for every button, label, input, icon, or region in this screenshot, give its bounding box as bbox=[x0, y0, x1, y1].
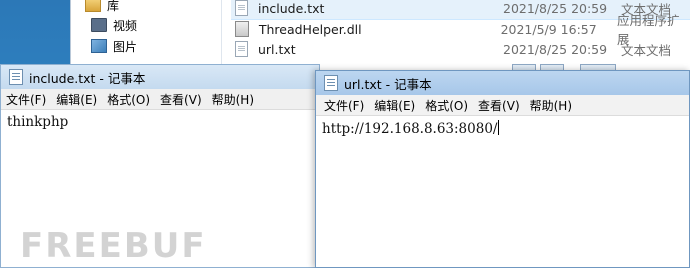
nav-item-videos[interactable]: 视频 bbox=[91, 16, 137, 34]
navigation-pane: 库 视频 图片 bbox=[71, 0, 222, 70]
file-name: ThreadHelper.dll bbox=[258, 21, 362, 37]
window-titlebar[interactable]: url.txt - 记事本 bbox=[316, 71, 689, 95]
window-title: url.txt - 记事本 bbox=[344, 76, 432, 92]
notepad-icon bbox=[324, 75, 338, 91]
file-date: 2021/8/25 20:59 bbox=[503, 41, 608, 57]
menu-view[interactable]: 查看(V) bbox=[473, 97, 525, 114]
picture-icon bbox=[91, 39, 107, 53]
window-titlebar[interactable]: include.txt - 记事本 bbox=[1, 65, 319, 89]
dll-file-icon bbox=[235, 21, 249, 37]
window-title: include.txt - 记事本 bbox=[29, 70, 146, 86]
file-list: include.txt 2021/8/25 20:59 文本文档 ThreadH… bbox=[231, 0, 690, 70]
menu-help[interactable]: 帮助(H) bbox=[207, 91, 259, 108]
file-explorer-window: 库 视频 图片 include.txt 2021/8/25 20:59 文本文档… bbox=[70, 0, 690, 70]
file-date: 2021/5/9 16:57 bbox=[500, 21, 597, 37]
menu-edit[interactable]: 编辑(E) bbox=[51, 91, 102, 108]
text-caret bbox=[498, 120, 500, 135]
notepad-window-url: url.txt - 记事本 文件(F) 编辑(E) 格式(O) 查看(V) 帮助… bbox=[315, 70, 690, 268]
editor-content: thinkphp bbox=[7, 114, 69, 130]
menu-edit[interactable]: 编辑(E) bbox=[369, 97, 420, 114]
file-name: include.txt bbox=[258, 0, 325, 16]
file-row-url-txt[interactable]: url.txt 2021/8/25 20:59 文本文档 bbox=[231, 38, 690, 60]
editor-content: http://192.168.8.63:8080/ bbox=[322, 121, 498, 137]
menu-file[interactable]: 文件(F) bbox=[1, 91, 51, 108]
file-date: 2021/8/25 20:59 bbox=[503, 0, 608, 16]
nav-item-pictures[interactable]: 图片 bbox=[91, 37, 137, 55]
menu-bar: 文件(F) 编辑(E) 格式(O) 查看(V) 帮助(H) bbox=[316, 95, 689, 116]
text-file-icon bbox=[235, 41, 248, 57]
text-editor-area[interactable]: http://192.168.8.63:8080/ bbox=[316, 116, 689, 267]
menu-file[interactable]: 文件(F) bbox=[316, 97, 369, 114]
nav-item-label: 图片 bbox=[113, 39, 138, 54]
file-row-threadhelper-dll[interactable]: ThreadHelper.dll 2021/5/9 16:57 应用程序扩展 bbox=[231, 13, 690, 47]
file-type: 文本文档 bbox=[621, 42, 672, 58]
menu-format[interactable]: 格式(O) bbox=[420, 97, 473, 114]
nav-item-label: 库 bbox=[107, 0, 120, 13]
watermark: FREEBUF bbox=[20, 226, 207, 266]
nav-item-label: 视频 bbox=[113, 18, 138, 33]
library-icon bbox=[85, 0, 101, 12]
menu-format[interactable]: 格式(O) bbox=[102, 91, 155, 108]
nav-item-library[interactable]: 库 bbox=[85, 0, 119, 14]
file-name: url.txt bbox=[258, 41, 296, 57]
video-icon bbox=[91, 18, 107, 32]
menu-help[interactable]: 帮助(H) bbox=[525, 97, 577, 114]
menu-view[interactable]: 查看(V) bbox=[155, 91, 207, 108]
notepad-icon bbox=[9, 69, 23, 85]
text-file-icon bbox=[235, 0, 248, 16]
menu-bar: 文件(F) 编辑(E) 格式(O) 查看(V) 帮助(H) bbox=[1, 89, 319, 110]
